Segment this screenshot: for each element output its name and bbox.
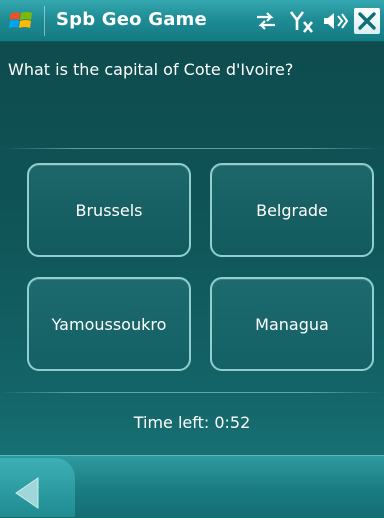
app-title: Spb Geo Game [56, 9, 207, 30]
answer-button-3[interactable]: Yamoussoukro [27, 277, 191, 371]
answer-button-1[interactable]: Brussels [27, 163, 191, 257]
bottom-separator [0, 392, 384, 393]
volume-icon[interactable] [322, 10, 348, 32]
question-text: What is the capital of Cote d'Ivoire? [8, 60, 294, 79]
close-icon [358, 12, 376, 30]
top-separator [0, 148, 384, 149]
time-left-label: Time left: 0:52 [133, 413, 251, 432]
windows-start-icon[interactable] [8, 8, 34, 34]
signal-off-icon[interactable] [289, 10, 317, 34]
answer-button-2[interactable]: Belgrade [210, 163, 374, 257]
close-button[interactable] [354, 8, 380, 34]
title-bar: Spb Geo Game [0, 0, 384, 42]
answer-button-4[interactable]: Managua [210, 277, 374, 371]
back-arrow-icon [15, 477, 39, 509]
title-divider [44, 6, 45, 36]
sync-icon[interactable] [253, 10, 279, 32]
